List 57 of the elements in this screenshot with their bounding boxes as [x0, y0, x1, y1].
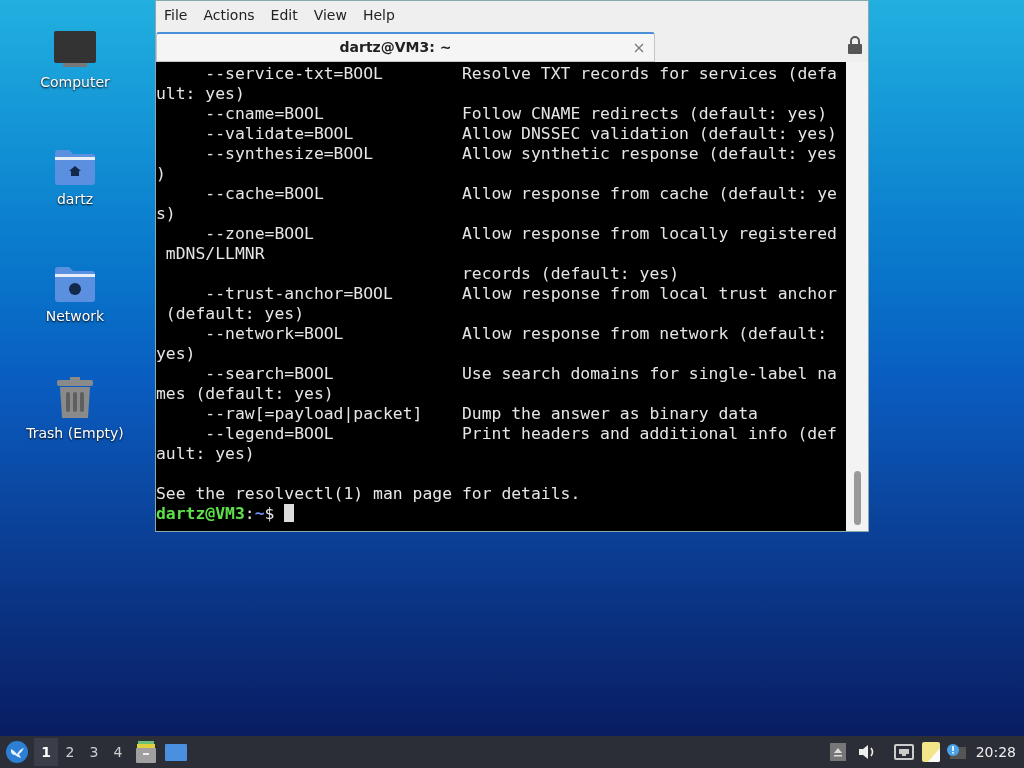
- workspace-button[interactable]: 2: [58, 738, 82, 766]
- menu-item[interactable]: Edit: [264, 5, 304, 26]
- notification-icon[interactable]: [945, 743, 966, 761]
- menu-item[interactable]: File: [158, 5, 194, 26]
- prompt-user-host: dartz@VM3: [156, 504, 245, 524]
- bird-logo-icon[interactable]: [6, 741, 28, 763]
- output-line: s): [156, 204, 176, 224]
- workspace-button[interactable]: 1: [34, 738, 58, 766]
- terminal-tab[interactable]: dartz@VM3: ~: [156, 32, 655, 62]
- home-folder-icon: [54, 149, 96, 185]
- output-line: mDNS/LLMNR: [164, 244, 265, 264]
- window-icon[interactable]: [165, 743, 187, 761]
- scrollbar-thumb[interactable]: [853, 471, 861, 525]
- eject-icon[interactable]: [829, 743, 846, 761]
- output-line: ): [156, 164, 166, 184]
- tab-title: dartz@VM3: ~: [338, 38, 453, 57]
- globe-folder-icon: [54, 266, 96, 302]
- menu-item[interactable]: Help: [356, 5, 401, 26]
- text-cursor: [284, 504, 295, 522]
- prompt-symbol: $: [264, 504, 275, 524]
- output-line: --legend=BOOL Print headers and additional info (def: [204, 424, 837, 444]
- note-icon[interactable]: [921, 742, 940, 762]
- prompt-path: ~: [254, 504, 265, 524]
- workspace-button[interactable]: 4: [106, 738, 130, 766]
- speaker-icon[interactable]: [857, 744, 876, 760]
- clock[interactable]: 20:28: [975, 741, 1016, 763]
- lock-icon[interactable]: [848, 36, 862, 54]
- trash-icon: [56, 377, 94, 419]
- menu-item[interactable]: View: [307, 5, 353, 26]
- prompt-separator: :: [244, 504, 255, 524]
- output-line: --search=BOOL Use search domains for single-label na: [204, 364, 837, 384]
- output-line: mes (default: yes): [156, 384, 334, 404]
- output-line: --trust-anchor=BOOL Allow response from local trust anchor: [204, 284, 837, 304]
- output-line: (default: yes): [164, 304, 305, 324]
- output-line: --service-txt=BOOL Resolve TXT records for services (defa: [204, 64, 837, 84]
- file-cabinet-icon[interactable]: [136, 741, 156, 763]
- desktop-icon-label[interactable]: Network: [45, 306, 105, 327]
- output-line: ault: yes): [156, 444, 255, 464]
- close-icon[interactable]: [634, 42, 644, 53]
- ethernet-icon[interactable]: [893, 744, 914, 760]
- output-line: --validate=BOOL Allow DNSSEC validation (default: yes): [204, 124, 837, 144]
- output-line: --cache=BOOL Allow response from cache (default: ye: [204, 184, 837, 204]
- output-line: --synthesize=BOOL Allow synthetic response (default: yes: [204, 144, 837, 164]
- workspace-button[interactable]: 3: [82, 738, 106, 766]
- output-line: --network=BOOL Allow response from network (default:: [204, 324, 828, 344]
- desktop-icon-label[interactable]: dartz: [56, 189, 94, 210]
- output-line: records (default: yes): [460, 264, 679, 284]
- desktop-icon-label[interactable]: Trash (Empty): [26, 423, 124, 444]
- menu-item[interactable]: Actions: [197, 5, 261, 26]
- scrollbar[interactable]: [846, 62, 868, 531]
- output-line: --raw[=payload|packet] Dump the answer as binary data: [204, 404, 758, 424]
- output-line: yes): [156, 344, 196, 364]
- output-line: --zone=BOOL Allow response from locally registered: [204, 224, 837, 244]
- monitor-icon: [53, 30, 97, 68]
- output-line: ult: yes): [156, 84, 245, 104]
- output-line: See the resolvectl(1) man page for details.: [156, 484, 581, 504]
- output-line: --cname=BOOL Follow CNAME redirects (default: yes): [204, 104, 828, 124]
